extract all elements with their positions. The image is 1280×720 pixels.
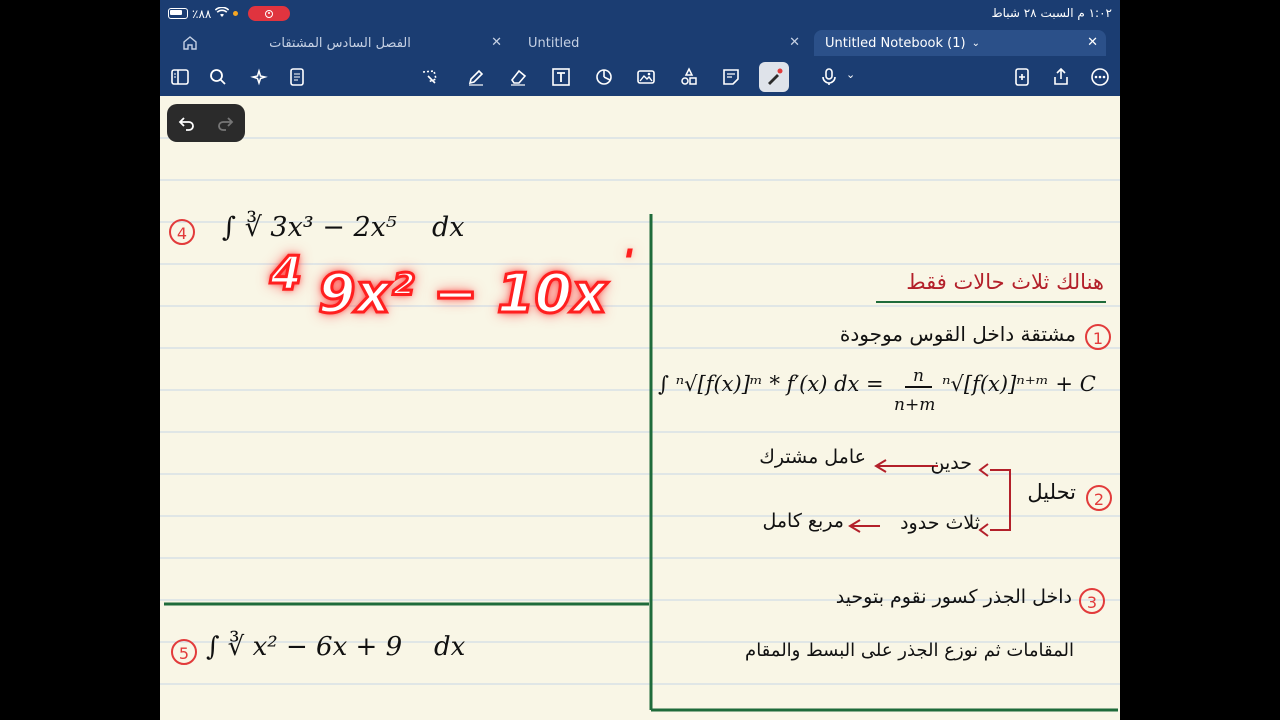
battery-percent: ٪۸۸ bbox=[192, 6, 212, 21]
status-indicators: ٪۸۸ bbox=[168, 6, 291, 21]
case2-two-terms: حدين bbox=[930, 452, 972, 474]
elements-icon[interactable] bbox=[676, 64, 702, 90]
sidebar-icon[interactable] bbox=[167, 64, 193, 90]
sparkle-icon[interactable] bbox=[246, 64, 272, 90]
undo-redo-pill bbox=[167, 104, 245, 142]
cases-heading: هنالك ثلاث حالات فقط bbox=[906, 270, 1104, 294]
chevron-down-icon[interactable]: ⌄ bbox=[846, 68, 855, 81]
derivative-expression: 9x² − 10x bbox=[317, 261, 609, 327]
search-icon[interactable] bbox=[205, 64, 231, 90]
mic-icon[interactable] bbox=[816, 64, 842, 90]
home-icon[interactable] bbox=[182, 35, 198, 55]
eraser-icon[interactable] bbox=[505, 64, 531, 90]
shapes-icon[interactable] bbox=[591, 64, 617, 90]
formula-left: ∫ ⁿ√[f(x)]ᵐ * f′(x) dx = bbox=[658, 372, 884, 396]
case2-three-terms: ثلاث حدود bbox=[900, 512, 980, 534]
share-icon[interactable] bbox=[1048, 64, 1074, 90]
more-icon[interactable] bbox=[1087, 64, 1113, 90]
case3-line1: داخل الجذر كسور نقوم بتوحيد bbox=[835, 586, 1072, 608]
sticky-note-icon[interactable] bbox=[718, 64, 744, 90]
derivative-marker: 4 bbox=[268, 245, 303, 302]
case-number-2: 2 bbox=[1086, 485, 1112, 511]
problem5-integral: ∫ ∛ x² − 6x + 9 bbox=[206, 632, 403, 662]
clock: ١:٠٢ م السبت ٢٨ شباط bbox=[991, 6, 1112, 20]
case3-line2: المقامات ثم نوزع الجذر على البسط والمقام bbox=[745, 640, 1074, 661]
redo-icon[interactable] bbox=[215, 113, 235, 133]
document-icon[interactable] bbox=[284, 64, 310, 90]
add-page-icon[interactable] bbox=[1009, 64, 1035, 90]
lasso-icon[interactable] bbox=[417, 64, 443, 90]
formula-right: ⁿ√[f(x)]ⁿ⁺ᵐ + C bbox=[942, 372, 1096, 396]
record-icon bbox=[265, 9, 274, 18]
tab-untitled[interactable]: Untitled ✕ bbox=[512, 30, 808, 56]
pen-icon[interactable] bbox=[463, 64, 489, 90]
privacy-dot-icon bbox=[233, 11, 239, 16]
close-icon[interactable]: ✕ bbox=[491, 35, 502, 50]
battery-icon bbox=[168, 8, 188, 19]
tab-chapter6[interactable]: الفصل السادس المشتقات ✕ bbox=[210, 30, 510, 56]
case1-text: مشتقة داخل القوس موجودة bbox=[839, 322, 1076, 346]
problem4-dx: dx bbox=[432, 212, 465, 243]
text-box-icon[interactable] bbox=[548, 64, 574, 90]
case2-perfect-square: مربع كامل bbox=[762, 510, 844, 532]
screen-record-button[interactable] bbox=[248, 6, 291, 21]
tab-untitled-notebook[interactable]: Untitled Notebook (1) ⌄ ✕ bbox=[814, 30, 1106, 56]
problem-number-5: 5 bbox=[171, 639, 197, 665]
notebook-page[interactable]: 4 ∫ ∛ 3x³ − 2x⁵ dx 4 9x² − 10x ˈ 5 ∫ ∛ x… bbox=[160, 96, 1120, 720]
problem-number-4: 4 bbox=[169, 219, 195, 245]
wifi-icon bbox=[215, 6, 230, 21]
tab-label: Untitled bbox=[528, 35, 580, 51]
problem5-dx: dx bbox=[434, 632, 466, 662]
status-bar: ٪۸۸ ١:٠٢ م السبت ٢٨ شباط bbox=[160, 0, 1120, 28]
formula-fraction-numerator: n bbox=[905, 366, 932, 388]
case-number-3: 3 bbox=[1079, 588, 1105, 614]
undo-icon[interactable] bbox=[177, 113, 197, 133]
case2-common-factor: عامل مشترك bbox=[759, 446, 866, 468]
app-header: ٪۸۸ ١:٠٢ م السبت ٢٨ شباط الفصل السادس ال… bbox=[160, 0, 1120, 96]
close-icon[interactable]: ✕ bbox=[789, 35, 800, 50]
tab-bar: الفصل السادس المشتقات ✕ Untitled ✕ Untit… bbox=[160, 30, 1120, 56]
close-icon[interactable]: ✕ bbox=[1087, 35, 1098, 50]
image-icon[interactable] bbox=[633, 64, 659, 90]
tab-label: Untitled Notebook (1) bbox=[825, 35, 966, 51]
problem4-integral: ∫ ∛ 3x³ − 2x⁵ bbox=[222, 212, 397, 243]
page-rules bbox=[160, 137, 1120, 712]
case-number-1: 1 bbox=[1085, 324, 1111, 350]
chevron-down-icon[interactable]: ⌄ bbox=[972, 38, 980, 49]
formula-fraction-denominator: n+m bbox=[894, 395, 936, 415]
tab-label: الفصل السادس المشتقات bbox=[269, 35, 411, 51]
laser-pointer-icon[interactable] bbox=[759, 62, 789, 92]
case2-label: تحليل bbox=[1027, 480, 1076, 504]
toolbar: ⌄ bbox=[160, 58, 1120, 96]
derivative-extra-mark: ˈ bbox=[625, 247, 635, 275]
notes-app: ٪۸۸ ١:٠٢ م السبت ٢٨ شباط الفصل السادس ال… bbox=[160, 0, 1120, 720]
